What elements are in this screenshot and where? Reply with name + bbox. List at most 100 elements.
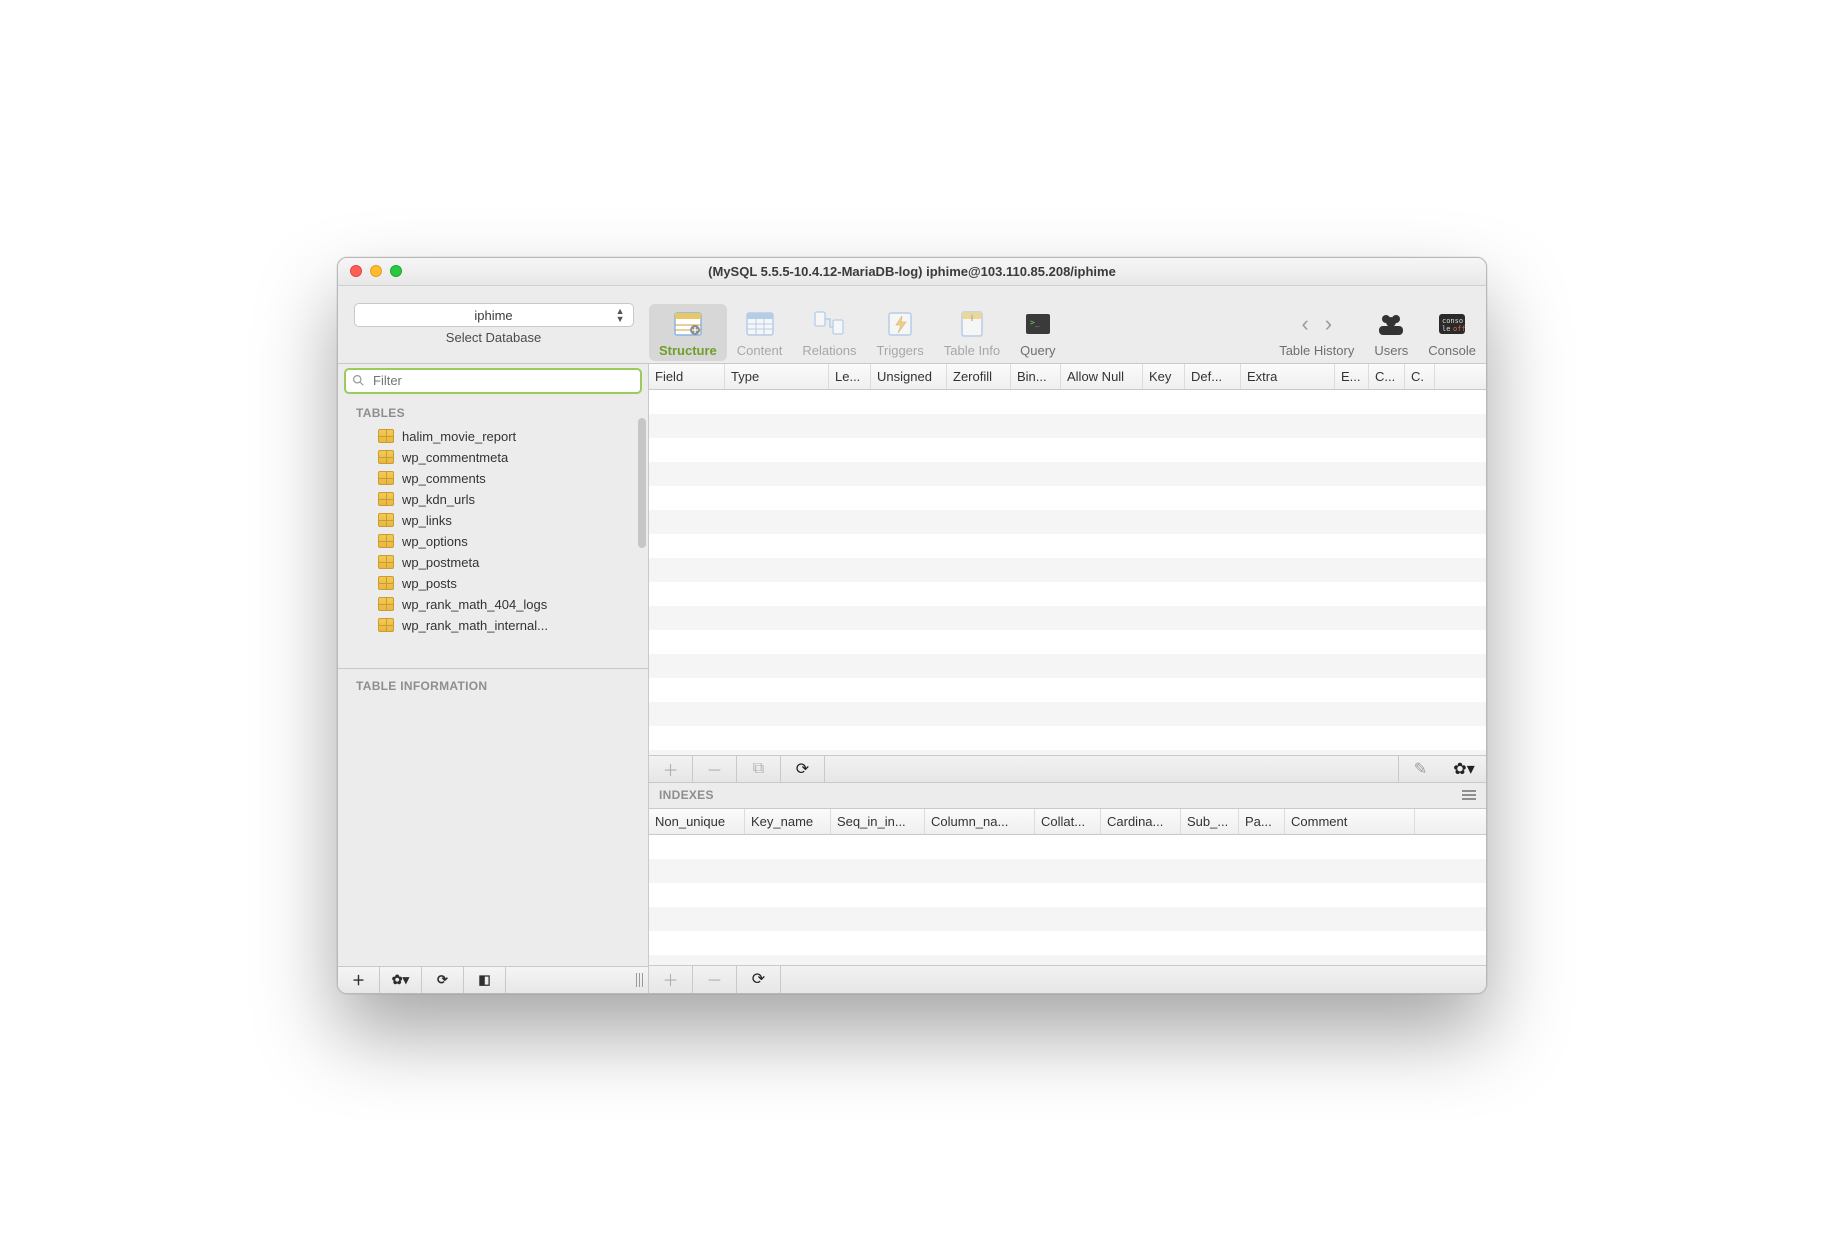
table-icon (378, 429, 394, 443)
column-header[interactable]: Zerofill (947, 364, 1011, 389)
column-header[interactable]: C. (1405, 364, 1435, 389)
toggle-info-button[interactable]: ◧ (464, 967, 506, 993)
history-arrows: ‹ › (1301, 308, 1333, 340)
remove-field-button[interactable]: － (693, 756, 737, 782)
table-name: wp_posts (402, 576, 457, 591)
table-name: halim_movie_report (402, 429, 516, 444)
svg-text:>_: >_ (1030, 318, 1040, 327)
refresh-tables-button[interactable]: ⟳ (422, 967, 464, 993)
table-row[interactable]: wp_postmeta (338, 552, 648, 573)
table-row[interactable]: wp_links (338, 510, 648, 531)
tableinfo-icon: i (956, 308, 988, 340)
add-field-button[interactable]: ＋ (649, 756, 693, 782)
fields-toolbar: ＋ － ⧉ ⟳ ✎ ✿▾ (649, 755, 1486, 783)
content-icon (744, 308, 776, 340)
toolbar-console[interactable]: consoleoff Console (1418, 304, 1486, 361)
table-row[interactable]: wp_posts (338, 573, 648, 594)
tab-tableinfo[interactable]: i Table Info (934, 304, 1010, 361)
database-chooser: iphime ▲▼ Select Database (338, 286, 649, 363)
duplicate-field-button[interactable]: ⧉ (737, 756, 781, 782)
table-row[interactable]: wp_commentmeta (338, 447, 648, 468)
column-header[interactable]: Allow Null (1061, 364, 1143, 389)
add-table-button[interactable]: ＋ (338, 967, 380, 993)
toolbar: iphime ▲▼ Select Database Structure Cont… (338, 286, 1486, 364)
table-row[interactable]: wp_options (338, 531, 648, 552)
table-name: wp_rank_math_404_logs (402, 597, 547, 612)
table-row[interactable]: wp_kdn_urls (338, 489, 648, 510)
field-actions-button[interactable]: ✿▾ (1442, 756, 1486, 782)
column-header[interactable]: Pa... (1239, 809, 1285, 834)
indexes-header-row: Non_uniqueKey_nameSeq_in_in...Column_na.… (649, 809, 1486, 835)
table-info-header: TABLE INFORMATION (338, 668, 648, 699)
table-icon (378, 534, 394, 548)
column-header[interactable]: Extra (1241, 364, 1335, 389)
table-name: wp_kdn_urls (402, 492, 475, 507)
table-row[interactable]: wp_rank_math_internal... (338, 615, 648, 636)
scrollbar-thumb[interactable] (638, 418, 646, 548)
fields-grid[interactable] (649, 390, 1486, 755)
database-select[interactable]: iphime ▲▼ (354, 303, 634, 327)
add-index-button[interactable]: ＋ (649, 966, 693, 993)
window-controls (350, 265, 402, 277)
tab-triggers[interactable]: Triggers (867, 304, 934, 361)
table-actions-button[interactable]: ✿▾ (380, 967, 422, 993)
reload-fields-button[interactable]: ⟳ (781, 756, 825, 782)
column-header[interactable]: Bin... (1011, 364, 1061, 389)
database-select-label: Select Database (446, 330, 541, 345)
column-header[interactable]: Key_name (745, 809, 831, 834)
history-back-icon[interactable]: ‹ (1295, 311, 1314, 337)
column-header[interactable]: Sub_... (1181, 809, 1239, 834)
indexes-label: INDEXES (659, 788, 714, 802)
column-header[interactable]: Comment (1285, 809, 1415, 834)
column-header[interactable]: Unsigned (871, 364, 947, 389)
column-header[interactable]: Column_na... (925, 809, 1035, 834)
table-history[interactable]: ‹ › Table History (1269, 304, 1364, 361)
remove-index-button[interactable]: － (693, 966, 737, 993)
column-header[interactable]: Seq_in_in... (831, 809, 925, 834)
table-row[interactable]: wp_rank_math_404_logs (338, 594, 648, 615)
users-icon (1375, 308, 1407, 340)
indexes-menu-icon[interactable] (1462, 790, 1476, 800)
search-icon (352, 374, 365, 387)
table-row[interactable]: wp_comments (338, 468, 648, 489)
indexes-grid[interactable] (649, 835, 1486, 965)
column-header[interactable]: Type (725, 364, 829, 389)
history-forward-icon[interactable]: › (1319, 311, 1338, 337)
table-row[interactable]: halim_movie_report (338, 426, 648, 447)
triggers-icon (884, 308, 916, 340)
tab-query[interactable]: >_ Query (1010, 304, 1065, 361)
tab-content[interactable]: Content (727, 304, 793, 361)
tab-label: Table Info (944, 343, 1000, 358)
window-title: (MySQL 5.5.5-10.4.12-MariaDB-log) iphime… (338, 264, 1486, 279)
filter-input[interactable] (371, 372, 634, 389)
tab-label: Relations (802, 343, 856, 358)
column-header[interactable]: Collat... (1035, 809, 1101, 834)
database-selected: iphime (474, 308, 512, 323)
toolbar-users[interactable]: Users (1364, 304, 1418, 361)
column-header[interactable]: Le... (829, 364, 871, 389)
table-name: wp_rank_math_internal... (402, 618, 548, 633)
column-header[interactable]: Key (1143, 364, 1185, 389)
reload-indexes-button[interactable]: ⟳ (737, 966, 781, 993)
indexes-section-header: INDEXES (649, 783, 1486, 809)
column-header[interactable]: Non_unique (649, 809, 745, 834)
resize-handle[interactable] (630, 967, 648, 993)
tab-label: Content (737, 343, 783, 358)
close-window-button[interactable] (350, 265, 362, 277)
structure-icon (672, 308, 704, 340)
column-header[interactable]: E... (1335, 364, 1369, 389)
column-header[interactable]: C... (1369, 364, 1405, 389)
tab-structure[interactable]: Structure (649, 304, 727, 361)
column-header[interactable]: Def... (1185, 364, 1241, 389)
tab-relations[interactable]: Relations (792, 304, 866, 361)
table-icon (378, 492, 394, 506)
table-name: wp_postmeta (402, 555, 479, 570)
edit-field-button[interactable]: ✎ (1398, 756, 1442, 782)
column-header[interactable]: Cardina... (1101, 809, 1181, 834)
column-header[interactable]: Field (649, 364, 725, 389)
updown-icon: ▲▼ (616, 307, 625, 323)
minimize-window-button[interactable] (370, 265, 382, 277)
zoom-window-button[interactable] (390, 265, 402, 277)
app-window: (MySQL 5.5.5-10.4.12-MariaDB-log) iphime… (337, 257, 1487, 994)
sidebar-scroll[interactable]: TABLES halim_movie_reportwp_commentmetaw… (338, 398, 648, 665)
